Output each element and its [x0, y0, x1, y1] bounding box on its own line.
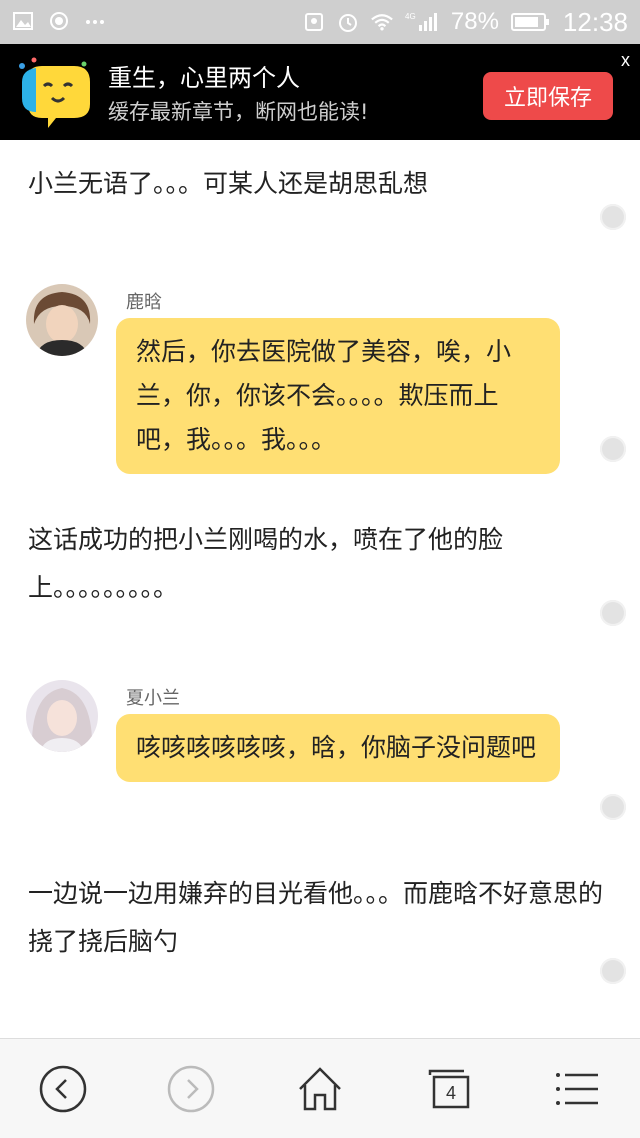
home-icon [299, 1067, 341, 1111]
avatar [26, 680, 98, 752]
location-icon [303, 11, 325, 33]
status-right: 4G 78% 12:38 [303, 0, 628, 44]
comment-dot[interactable] [600, 600, 626, 626]
narration-paragraph: 这话成功的把小兰刚喝的水，喷在了他的脸上。。。。。。。。。 [28, 525, 504, 602]
bottom-navigation: 4 [0, 1038, 640, 1138]
banner-subtitle: 缓存最新章节，断网也能读! [108, 100, 369, 124]
dialog-bubble: 咳咳咳咳咳咳，晗，你脑子没问题吧 [116, 714, 560, 782]
avatar [26, 284, 98, 356]
save-now-button[interactable]: 立即保存 [483, 72, 613, 120]
tabs-button[interactable]: 4 [418, 1059, 478, 1119]
forward-icon [167, 1065, 215, 1113]
menu-button[interactable] [546, 1059, 606, 1119]
menu-icon [556, 1073, 598, 1105]
narration-paragraph: 小兰无语了。。。可某人还是胡思乱想 [28, 169, 429, 198]
svg-text:4G: 4G [405, 12, 416, 21]
record-icon [48, 10, 70, 32]
alarm-icon [337, 11, 359, 33]
speaker-name: 鹿晗 [126, 292, 162, 313]
comment-dot[interactable] [600, 958, 626, 984]
close-icon[interactable]: x [621, 50, 630, 71]
back-icon [39, 1065, 87, 1113]
clock: 12:38 [562, 6, 628, 37]
comment-dot[interactable] [600, 794, 626, 820]
battery-icon [510, 11, 551, 33]
narration-paragraph: 一边说一边用嫌弃的目光看他。。。而鹿晗不好意思的挠了挠后脑勺 [28, 879, 604, 956]
app-logo-icon [14, 54, 98, 130]
status-left [12, 10, 106, 32]
signal-icon: 4G [405, 11, 439, 33]
tab-count: 4 [446, 1083, 456, 1103]
speaker-name: 夏小兰 [126, 688, 180, 709]
status-bar: 4G 78% 12:38 [0, 0, 640, 44]
home-button[interactable] [290, 1059, 350, 1119]
battery-percent: 78% [450, 8, 499, 35]
tabs-icon: 4 [428, 1069, 470, 1109]
image-icon [12, 10, 34, 32]
wifi-icon [371, 11, 393, 33]
comment-dot[interactable] [600, 204, 626, 230]
back-button[interactable] [33, 1059, 93, 1119]
more-dots-icon [84, 10, 106, 32]
comment-dot[interactable] [600, 436, 626, 462]
dialog-bubble: 然后，你去医院做了美容，唉，小兰，你，你该不会。。。。欺压而上吧，我。。。我。。… [116, 318, 560, 474]
forward-button[interactable] [161, 1059, 221, 1119]
banner-title: 重生，心里两个人 [108, 64, 300, 92]
